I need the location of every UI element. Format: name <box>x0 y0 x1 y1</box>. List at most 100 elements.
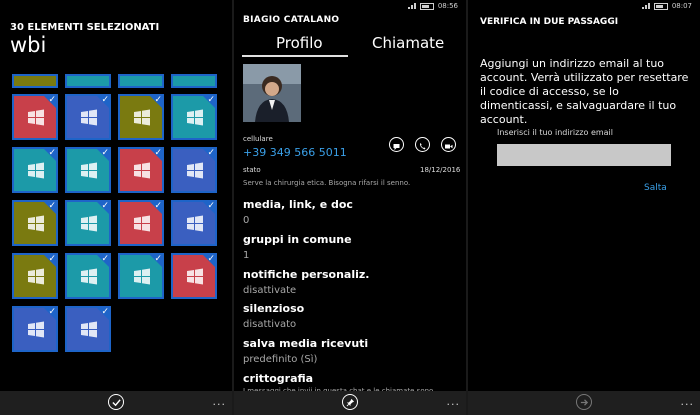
field-media-value: 0 <box>243 215 250 226</box>
status-time: 08:56 <box>437 2 458 10</box>
arrow-right-icon <box>580 398 588 406</box>
contact-name: BIAGIO CATALANO <box>243 15 340 25</box>
phone-number[interactable]: +39 349 566 5011 <box>243 146 347 159</box>
windows-logo-icon <box>187 109 203 126</box>
checkmark-icon: ✓ <box>207 95 215 105</box>
app-tile[interactable] <box>118 74 164 88</box>
status-time: 08:07 <box>671 2 692 10</box>
app-tile[interactable]: ✓ <box>65 94 111 140</box>
windows-logo-icon <box>28 215 44 232</box>
field-save-media-label[interactable]: salva media ricevuti <box>243 337 368 350</box>
signal-icon <box>407 3 416 9</box>
app-tile[interactable]: ✓ <box>12 306 58 352</box>
windows-logo-icon <box>134 109 150 126</box>
app-tile[interactable]: ✓ <box>118 94 164 140</box>
windows-logo-icon <box>134 215 150 232</box>
call-button[interactable] <box>415 137 430 152</box>
windows-logo-icon <box>28 268 44 285</box>
more-options-button[interactable]: ... <box>447 395 461 408</box>
email-field-label: Inserisci il tuo indirizzo email <box>497 128 613 137</box>
field-save-media-value: predefinito (Sì) <box>243 354 318 365</box>
active-tab-indicator <box>242 55 348 57</box>
checkmark-icon <box>111 398 121 406</box>
app-tile[interactable]: ✓ <box>12 200 58 246</box>
app-tile[interactable]: ✓ <box>171 94 217 140</box>
status-label: stato <box>243 166 261 174</box>
battery-icon <box>419 2 434 10</box>
avatar[interactable] <box>243 64 301 122</box>
phone-icon <box>419 143 426 150</box>
app-tile[interactable]: ✓ <box>12 253 58 299</box>
signal-icon <box>641 3 650 9</box>
status-date: 18/12/2016 <box>420 166 461 174</box>
field-notifications-label[interactable]: notifiche personaliz. <box>243 268 369 281</box>
windows-logo-icon <box>81 109 97 126</box>
app-tile[interactable]: ✓ <box>65 200 111 246</box>
pin-icon <box>346 398 354 406</box>
checkmark-icon: ✓ <box>207 148 215 158</box>
app-tile[interactable]: ✓ <box>65 147 111 193</box>
contact-profile-panel: 08:56 BIAGIO CATALANO Profilo Chiamate c… <box>234 0 466 415</box>
checkmark-icon: ✓ <box>48 201 56 211</box>
next-button[interactable] <box>576 394 592 410</box>
windows-logo-icon <box>81 321 97 338</box>
status-text: Serve la chirurgia etica. Bisogna rifars… <box>243 179 411 187</box>
field-mute-label[interactable]: silenzioso <box>243 302 304 315</box>
checkmark-icon: ✓ <box>48 307 56 317</box>
message-button[interactable] <box>389 137 404 152</box>
windows-logo-icon <box>28 109 44 126</box>
selection-panel: 30 ELEMENTI SELEZIONATI wbi ✓ ✓ ✓ ✓ ✓ ✓ ✓ ✓ ✓ ✓ ✓ ✓… <box>0 0 232 415</box>
two-step-verification-panel: 08:07 VERIFICA IN DUE PASSAGGI Aggiungi … <box>468 0 700 415</box>
app-tile[interactable] <box>171 74 217 88</box>
windows-logo-icon <box>81 215 97 232</box>
app-tile[interactable] <box>65 74 111 88</box>
checkmark-icon: ✓ <box>48 254 56 264</box>
video-call-button[interactable] <box>441 137 456 152</box>
field-groups-label[interactable]: gruppi in comune <box>243 233 352 246</box>
field-mute-value: disattivato <box>243 319 297 330</box>
windows-logo-icon <box>134 162 150 179</box>
checkmark-icon: ✓ <box>154 95 162 105</box>
field-encryption-label[interactable]: crittografia <box>243 372 313 385</box>
skip-link[interactable]: Salta <box>644 183 667 193</box>
description-text: Aggiungi un indirizzo email al tuo accou… <box>480 57 689 126</box>
status-bar: 08:56 <box>407 2 458 10</box>
windows-logo-icon <box>28 321 44 338</box>
app-tile[interactable]: ✓ <box>12 94 58 140</box>
app-tile[interactable]: ✓ <box>171 253 217 299</box>
app-tile[interactable]: ✓ <box>118 253 164 299</box>
pin-button[interactable] <box>342 394 358 410</box>
checkmark-icon: ✓ <box>101 201 109 211</box>
windows-logo-icon <box>187 215 203 232</box>
email-field[interactable] <box>497 144 671 166</box>
windows-logo-icon <box>81 162 97 179</box>
checkmark-icon: ✓ <box>48 95 56 105</box>
windows-logo-icon <box>28 162 44 179</box>
field-media-label[interactable]: media, link, e doc <box>243 198 353 211</box>
checkmark-icon: ✓ <box>207 201 215 211</box>
status-bar: 08:07 <box>641 2 692 10</box>
app-tile[interactable]: ✓ <box>171 200 217 246</box>
windows-logo-icon <box>187 268 203 285</box>
checkmark-icon: ✓ <box>101 148 109 158</box>
app-tile[interactable]: ✓ <box>118 200 164 246</box>
app-tile[interactable]: ✓ <box>12 147 58 193</box>
chat-icon <box>393 144 400 150</box>
field-groups-value: 1 <box>243 250 250 261</box>
field-notifications-value: disattivate <box>243 285 297 296</box>
more-options-button[interactable]: ... <box>213 395 227 408</box>
tab-profilo[interactable]: Profilo <box>276 34 323 52</box>
app-tile[interactable]: ✓ <box>118 147 164 193</box>
app-tile[interactable]: ✓ <box>65 253 111 299</box>
more-options-button[interactable]: ... <box>681 395 695 408</box>
app-tile[interactable] <box>12 74 58 88</box>
checkmark-icon: ✓ <box>101 254 109 264</box>
phone-label: cellulare <box>243 135 273 143</box>
app-tile[interactable]: ✓ <box>65 306 111 352</box>
page-title: VERIFICA IN DUE PASSAGGI <box>480 17 619 27</box>
confirm-button[interactable] <box>108 394 124 410</box>
app-bar: ... <box>0 391 232 415</box>
tab-chiamate[interactable]: Chiamate <box>372 34 444 52</box>
selection-count-title: 30 ELEMENTI SELEZIONATI <box>10 22 160 33</box>
app-tile[interactable]: ✓ <box>171 147 217 193</box>
